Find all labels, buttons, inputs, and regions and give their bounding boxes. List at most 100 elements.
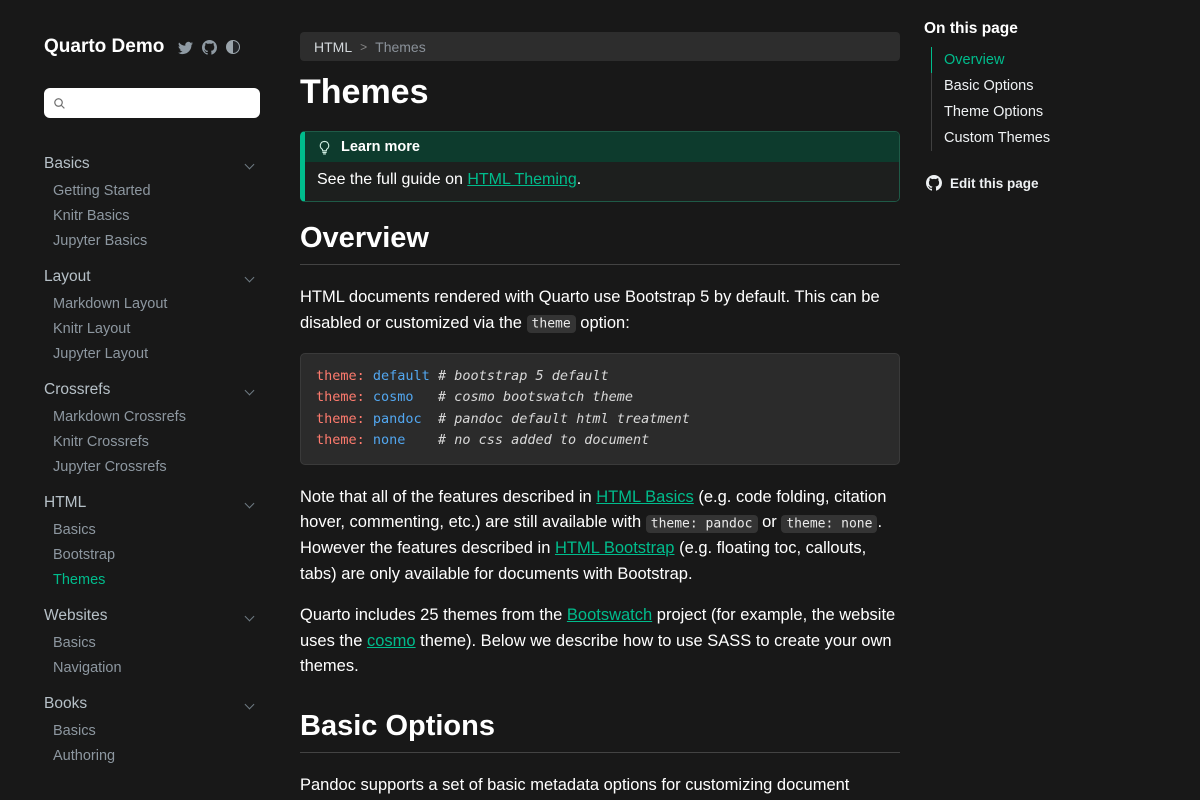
inline-code-theme-pandoc: theme: pandoc [646,515,758,533]
chevron-down-icon[interactable] [245,611,255,621]
twitter-icon[interactable] [178,40,193,55]
toc-item-custom-themes[interactable]: Custom Themes [931,125,1200,151]
search-input[interactable] [72,96,251,111]
toc-sidebar: On this page Overview Basic Options Them… [900,0,1200,800]
sidebar-item-knitr-layout[interactable]: Knitr Layout [44,316,262,341]
breadcrumb: HTML > Themes [300,32,900,61]
chevron-down-icon[interactable] [245,159,255,169]
callout-body: See the full guide on HTML Theming. [305,162,899,201]
main-content: HTML > Themes Themes Learn more See the … [300,0,900,800]
sidebar-section-layout: Layout Markdown Layout Knitr Layout Jupy… [44,263,262,366]
code-comment: # pandoc default html treatment [422,411,690,427]
sidebar-item-html-bootstrap[interactable]: Bootstrap [44,542,262,567]
sidebar-section-toggle-crossrefs[interactable]: Crossrefs [44,376,262,404]
sidebar-section-toggle-books[interactable]: Books [44,690,262,718]
sidebar-section-html: HTML Basics Bootstrap Themes [44,489,262,592]
site-title[interactable]: Quarto Demo [44,36,164,58]
sidebar: Quarto Demo Basics Getting Started Knitr… [0,0,280,800]
link-cosmo[interactable]: cosmo [367,632,416,650]
github-icon[interactable] [202,40,217,55]
link-html-theming[interactable]: HTML Theming [467,171,576,188]
toc-item-overview[interactable]: Overview [931,47,1200,73]
sidebar-item-knitr-crossrefs[interactable]: Knitr Crossrefs [44,429,262,454]
code-line: theme: pandoc # pandoc default html trea… [316,409,884,431]
search-box[interactable] [44,88,260,118]
chevron-down-icon[interactable] [245,498,255,508]
code-key: theme: [316,411,373,427]
code-comment: # cosmo bootswatch theme [414,389,633,405]
github-icon [926,175,942,191]
code-value: none [373,432,406,448]
section-label: HTML [44,494,86,512]
section-heading-basic-options: Basic Options [300,710,900,753]
breadcrumb-separator: > [360,40,367,54]
link-html-basics[interactable]: HTML Basics [596,488,694,506]
edit-this-page[interactable]: Edit this page [926,175,1200,191]
link-bootswatch[interactable]: Bootswatch [567,606,652,624]
sidebar-section-toggle-layout[interactable]: Layout [44,263,262,291]
sidebar-item-jupyter-layout[interactable]: Jupyter Layout [44,341,262,366]
sidebar-item-websites-basics[interactable]: Basics [44,630,262,655]
chevron-down-icon[interactable] [245,272,255,282]
theme-toggle-icon[interactable] [226,40,240,54]
text-segment: See the full guide on [317,171,467,188]
sidebar-item-jupyter-crossrefs[interactable]: Jupyter Crossrefs [44,454,262,479]
callout-learn-more: Learn more See the full guide on HTML Th… [300,131,900,202]
sidebar-item-html-themes[interactable]: Themes [44,567,262,592]
link-html-bootstrap[interactable]: HTML Bootstrap [555,539,675,557]
code-value: default [373,368,430,384]
sidebar-section-toggle-basics[interactable]: Basics [44,150,262,178]
sidebar-section-toggle-websites[interactable]: Websites [44,602,262,630]
code-comment: # no css added to document [405,432,649,448]
section-label: Crossrefs [44,381,110,399]
toc-item-theme-options[interactable]: Theme Options [931,99,1200,125]
breadcrumb-item-current: Themes [375,39,426,55]
sidebar-item-books-basics[interactable]: Basics [44,718,262,743]
code-line: theme: cosmo # cosmo bootswatch theme [316,387,884,409]
code-block-theme-options: theme: default # bootstrap 5 defaultthem… [300,353,900,465]
basic-options-paragraph-1: Pandoc supports a set of basic metadata … [300,773,900,800]
sidebar-item-markdown-layout[interactable]: Markdown Layout [44,291,262,316]
callout-header: Learn more [305,132,899,162]
sidebar-section-websites: Websites Basics Navigation [44,602,262,680]
sidebar-item-html-basics[interactable]: Basics [44,517,262,542]
text-segment: Note that all of the features described … [300,488,596,506]
breadcrumb-item-html[interactable]: HTML [314,39,352,55]
toc-item-basic-options[interactable]: Basic Options [931,73,1200,99]
sidebar-item-books-authoring[interactable]: Authoring [44,743,262,768]
code-value: pandoc [373,411,422,427]
text-segment: . [577,171,581,188]
sidebar-item-markdown-crossrefs[interactable]: Markdown Crossrefs [44,404,262,429]
sidebar-section-toggle-html[interactable]: HTML [44,489,262,517]
text-segment: Quarto includes 25 themes from the [300,606,567,624]
section-label: Books [44,695,87,713]
sidebar-nav: Basics Getting Started Knitr Basics Jupy… [44,150,262,768]
chevron-down-icon[interactable] [245,699,255,709]
search-icon [53,97,66,110]
sidebar-item-getting-started[interactable]: Getting Started [44,178,262,203]
app-root: Quarto Demo Basics Getting Started Knitr… [0,0,1200,800]
callout-title: Learn more [341,139,420,155]
section-label: Layout [44,268,91,286]
toc-title: On this page [924,20,1200,38]
code-line: theme: none # no css added to document [316,430,884,452]
sidebar-item-jupyter-basics[interactable]: Jupyter Basics [44,228,262,253]
edit-this-page-label: Edit this page [950,176,1039,191]
sidebar-section-books: Books Basics Authoring [44,690,262,768]
toc-list: Overview Basic Options Theme Options Cus… [931,47,1200,151]
text-segment: option: [576,314,630,332]
chevron-down-icon[interactable] [245,385,255,395]
code-line: theme: default # bootstrap 5 default [316,366,884,388]
overview-paragraph-2: Note that all of the features described … [300,485,900,587]
code-key: theme: [316,389,373,405]
sidebar-item-websites-navigation[interactable]: Navigation [44,655,262,680]
sidebar-item-knitr-basics[interactable]: Knitr Basics [44,203,262,228]
overview-paragraph-3: Quarto includes 25 themes from the Boots… [300,603,900,680]
sidebar-section-crossrefs: Crossrefs Markdown Crossrefs Knitr Cross… [44,376,262,479]
header-icons [178,40,240,55]
inline-code-theme-none: theme: none [781,515,877,533]
code-key: theme: [316,432,373,448]
code-comment: # bootstrap 5 default [430,368,609,384]
code-key: theme: [316,368,373,384]
lightbulb-icon [317,140,332,155]
